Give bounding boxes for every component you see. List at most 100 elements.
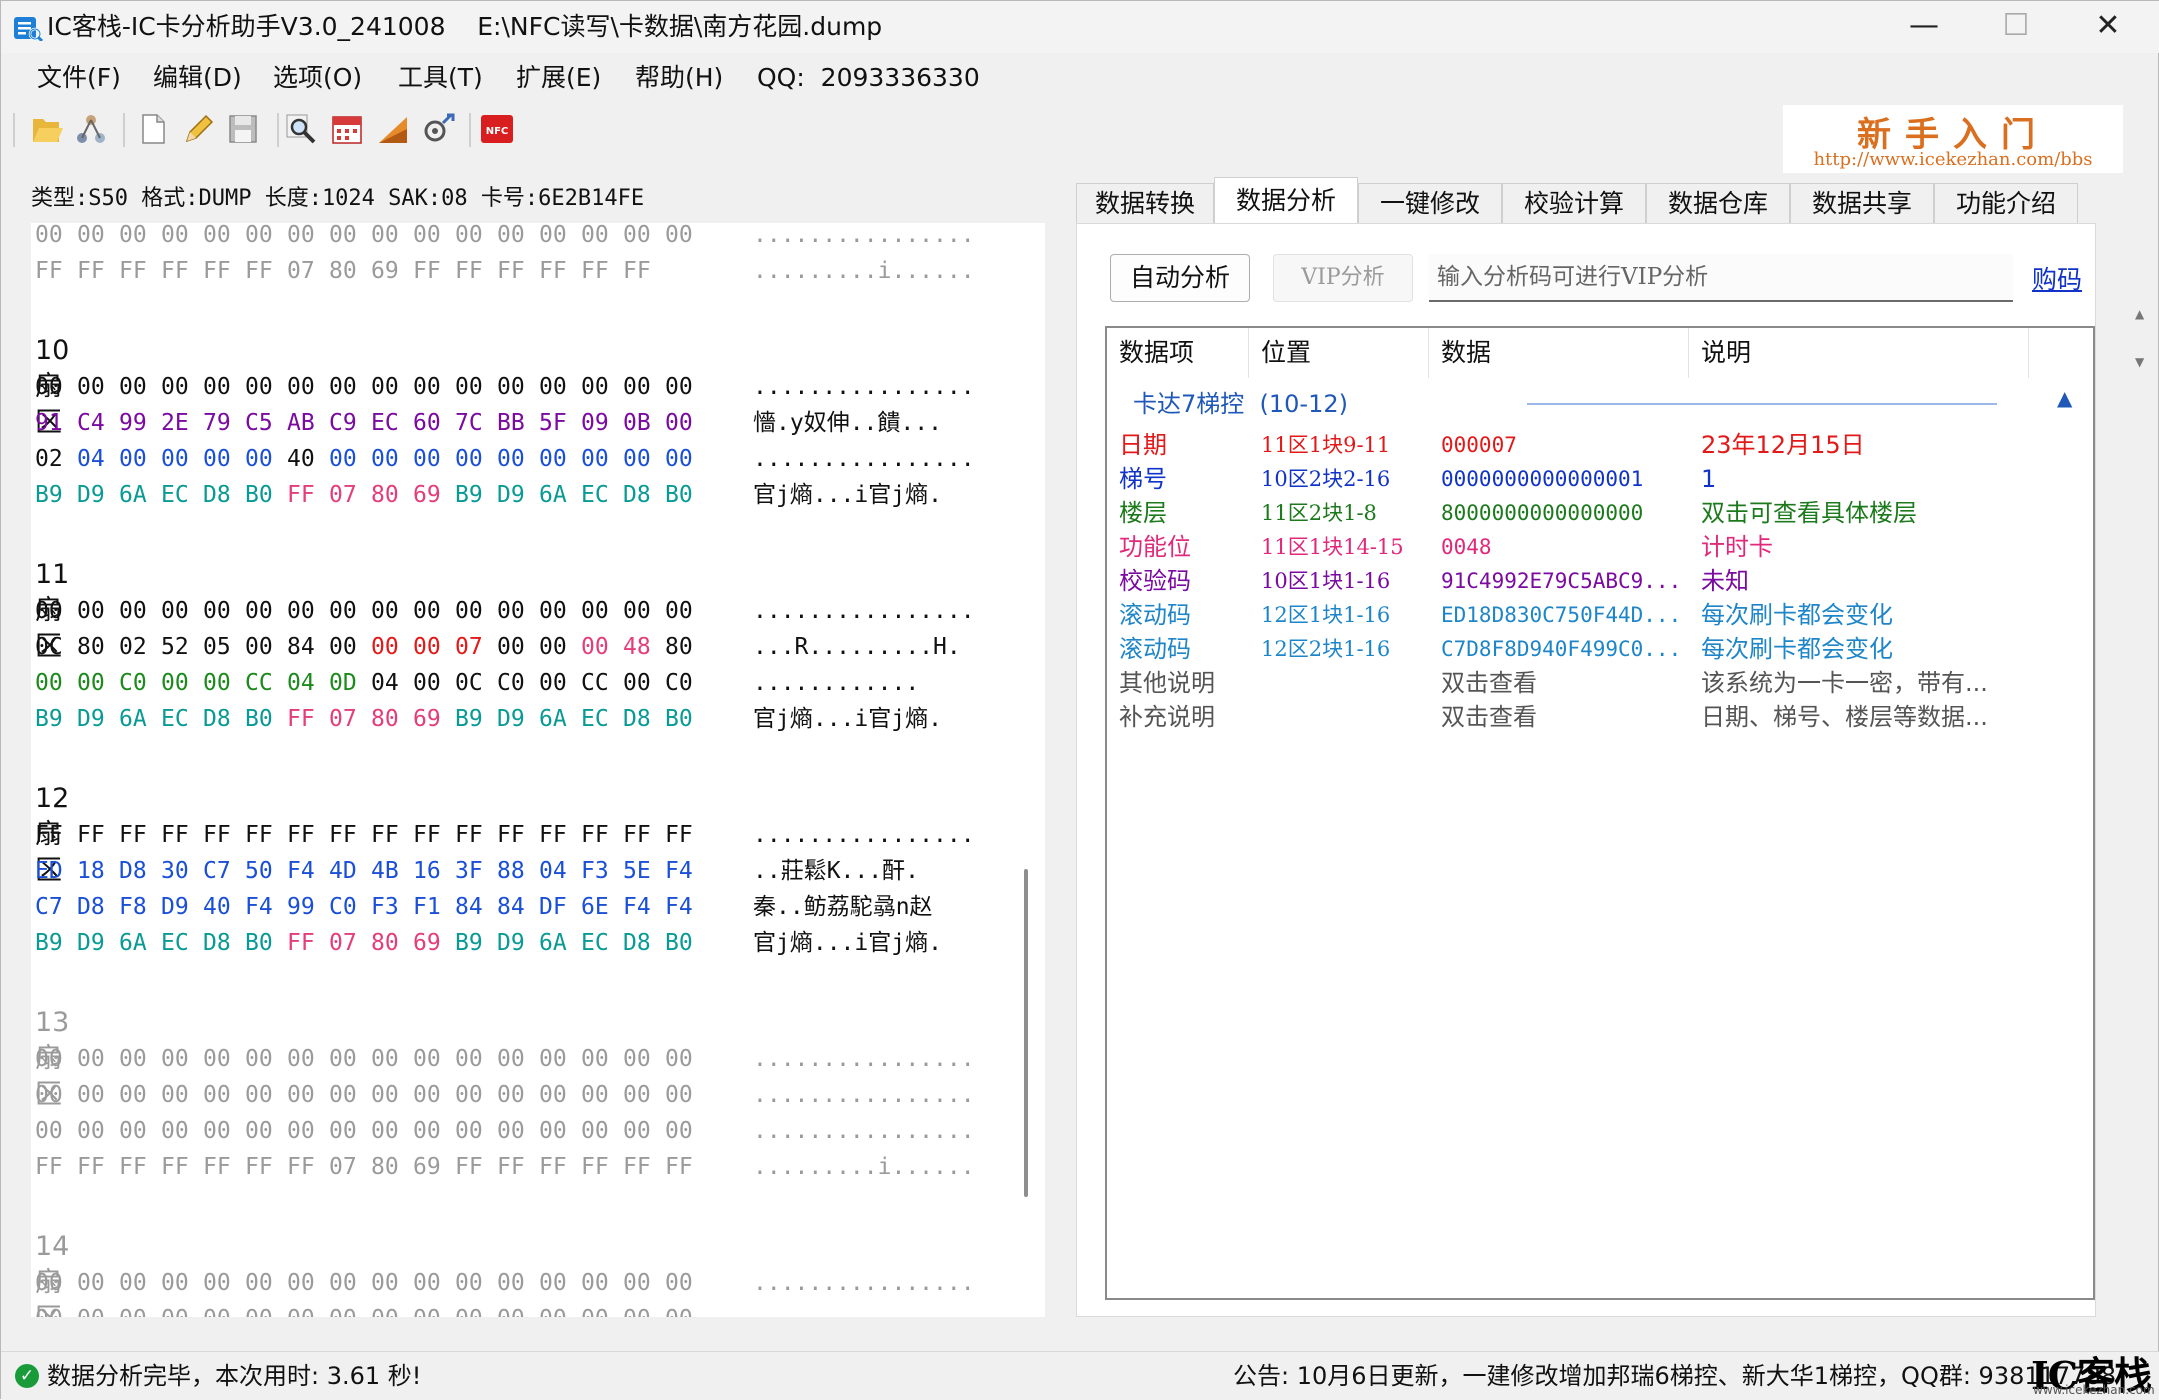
hex-byte[interactable]: FF [539,253,581,289]
hex-byte[interactable]: 00 [203,1301,245,1317]
hex-byte[interactable]: 00 [77,223,119,253]
hex-byte[interactable]: B0 [245,701,287,737]
hex-byte[interactable]: 79 [203,405,245,441]
menu-edit[interactable]: 编辑(D) [153,61,242,95]
hex-byte[interactable]: D8 [623,701,665,737]
hex-byte[interactable]: EC [161,477,203,513]
hex-byte[interactable]: F1 [413,889,455,925]
hex-byte[interactable]: 00 [329,223,371,253]
hex-byte[interactable]: 6A [119,477,161,513]
hex-byte[interactable]: 00 [371,629,413,665]
hex-byte[interactable]: 00 [329,1265,371,1301]
hex-byte[interactable]: FF [623,817,665,853]
hex-byte[interactable]: 00 [77,1041,119,1077]
hex-byte[interactable]: 00 [371,1113,413,1149]
hex-byte[interactable]: 00 [455,1041,497,1077]
hex-byte[interactable]: C0 [665,665,707,701]
col-header-desc[interactable]: 说明 [1689,328,2029,378]
hex-byte[interactable]: FF [455,253,497,289]
hex-byte[interactable]: FF [77,817,119,853]
hex-byte[interactable]: 00 [245,441,287,477]
tab-one-key-modify[interactable]: 一键修改 [1358,183,1502,225]
hex-byte[interactable]: 00 [623,1077,665,1113]
hex-byte[interactable]: 00 [161,1301,203,1317]
hex-byte[interactable]: 00 [497,369,539,405]
hex-byte[interactable]: 00 [623,1301,665,1317]
hex-byte[interactable]: FF [329,817,371,853]
hex-byte[interactable]: 00 [203,1265,245,1301]
buy-code-link[interactable]: 购码 [2032,260,2082,296]
hex-byte[interactable]: FF [497,817,539,853]
hex-byte[interactable]: FF [581,817,623,853]
save-disk-icon[interactable] [225,111,261,147]
hex-byte[interactable]: FF [455,817,497,853]
hex-byte[interactable]: 69 [371,253,413,289]
hex-byte[interactable]: 00 [161,1041,203,1077]
hex-byte[interactable]: 52 [161,629,203,665]
vip-analysis-button[interactable]: VIP分析 [1273,254,1413,302]
hex-byte[interactable]: F4 [665,889,707,925]
hex-byte[interactable]: 00 [413,593,455,629]
hex-byte[interactable]: 00 [455,593,497,629]
hex-byte[interactable]: FF [497,1149,539,1185]
hex-byte[interactable]: 00 [119,1041,161,1077]
share-nodes-icon[interactable] [73,111,109,147]
hex-byte[interactable]: 00 [329,1041,371,1077]
beginner-guide-banner[interactable]: 新手入门 http://www.icekezhan.com/bbs [1783,105,2123,173]
hex-byte[interactable]: 00 [161,665,203,701]
hex-byte[interactable]: 99 [287,889,329,925]
folder-open-icon[interactable] [29,111,65,147]
hex-byte[interactable]: 00 [119,1301,161,1317]
hex-byte[interactable]: 00 [623,1041,665,1077]
hex-byte[interactable]: 00 [539,1113,581,1149]
scroll-up-icon[interactable]: ▲ [2135,307,2144,321]
hex-byte[interactable]: 02 [35,441,77,477]
hex-byte[interactable]: 00 [497,441,539,477]
hex-byte[interactable]: FF [581,1149,623,1185]
hex-byte[interactable]: 00 [665,405,707,441]
hex-byte[interactable]: EC [581,477,623,513]
hex-byte[interactable]: B9 [35,925,77,961]
hex-byte[interactable]: B9 [35,477,77,513]
maximize-button[interactable]: ☐ [1970,1,2062,53]
hex-byte[interactable]: 00 [413,1077,455,1113]
hex-byte[interactable]: C0 [497,665,539,701]
hex-byte[interactable]: 00 [539,1265,581,1301]
hex-byte[interactable]: 80 [371,701,413,737]
hex-byte[interactable]: FF [245,253,287,289]
menu-extend[interactable]: 扩展(E) [516,61,601,95]
hex-byte[interactable]: 00 [497,1301,539,1317]
hex-byte[interactable]: 00 [455,223,497,253]
hex-byte[interactable]: 04 [371,665,413,701]
hex-byte[interactable]: 00 [119,441,161,477]
hex-byte[interactable]: D9 [497,701,539,737]
hex-byte[interactable]: B0 [245,477,287,513]
hex-byte[interactable]: FF [35,1149,77,1185]
hex-byte[interactable]: 4B [371,853,413,889]
hex-byte[interactable]: B0 [665,477,707,513]
hex-byte[interactable]: FF [35,817,77,853]
menu-tools[interactable]: 工具(T) [398,61,483,95]
hex-byte[interactable]: 00 [371,1041,413,1077]
new-file-icon[interactable] [135,111,171,147]
hex-byte[interactable]: C0 [329,889,371,925]
hex-byte[interactable]: 91 [35,405,77,441]
title-bar[interactable]: IC客栈-IC卡分析助手V3.0_241008 E:\NFC读写\卡数据\南方花… [1,1,2159,53]
hex-byte[interactable]: 00 [581,1301,623,1317]
search-icon[interactable] [283,111,319,147]
hex-byte[interactable]: B0 [665,925,707,961]
hex-byte[interactable]: 07 [329,477,371,513]
hex-byte[interactable]: 07 [455,629,497,665]
hex-byte[interactable]: 00 [455,1113,497,1149]
hex-byte[interactable]: 00 [581,629,623,665]
hex-byte[interactable]: 00 [413,441,455,477]
hex-byte[interactable]: 00 [539,593,581,629]
hex-byte[interactable]: 00 [329,441,371,477]
hex-byte[interactable]: C7 [203,853,245,889]
hex-byte[interactable]: 00 [287,1113,329,1149]
hex-byte[interactable]: 00 [245,223,287,253]
hex-byte[interactable]: FF [581,253,623,289]
col-header-position[interactable]: 位置 [1249,328,1429,378]
hex-byte[interactable]: 40 [287,441,329,477]
hex-byte[interactable]: F4 [623,889,665,925]
